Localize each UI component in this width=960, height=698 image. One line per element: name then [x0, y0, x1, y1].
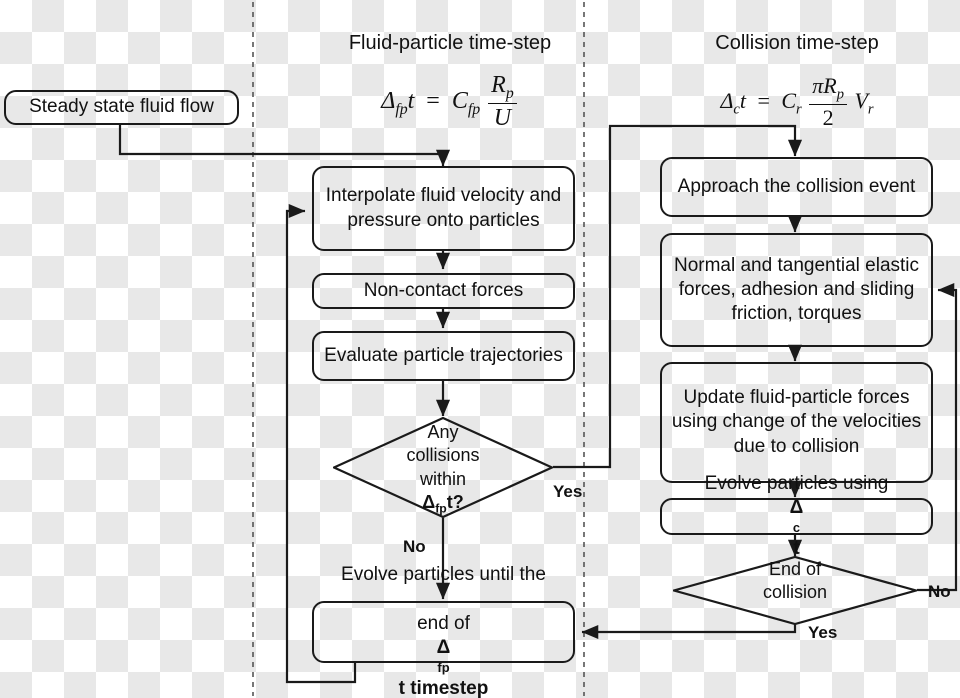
- node-evaluate-particle-trajectories[interactable]: Evaluate particle trajectories: [312, 331, 575, 381]
- node-update-label: Update fluid-particle forces using chang…: [671, 387, 922, 457]
- formula-collision-delta: Δct: [720, 87, 746, 118]
- node-interpolate-label: Interpolate fluid velocity and pressure …: [325, 185, 562, 231]
- formula-fluid-timestep: Δfpt = Cfp Rp U: [330, 72, 570, 134]
- node-evolve-fp-label: Evolve particles until the end of Δfp t t…: [325, 563, 562, 698]
- node-elastic-label: Normal and tangential elastic forces, ad…: [673, 254, 920, 325]
- column-header-collision: Collision time-step: [715, 32, 879, 54]
- node-evaluate-label: Evaluate particle trajectories: [324, 344, 563, 366]
- decision-any-collisions-no-label: No: [403, 537, 426, 556]
- decision-end-of-collision-text: End of collision: [725, 558, 865, 605]
- node-update-fluid-particle-forces[interactable]: Update fluid-particle forces using chang…: [660, 362, 933, 483]
- formula-fluid-equals: =: [426, 88, 440, 115]
- formula-collision-tail: Vr: [854, 87, 874, 118]
- decision-line-2: collisions: [406, 445, 480, 466]
- formula-fluid-fraction: Rp U: [488, 71, 517, 133]
- node-interpolate-fluid-velocity[interactable]: Interpolate fluid velocity and pressure …: [312, 166, 575, 251]
- decision-any-collisions-text: Any collisions within Δfpt?: [373, 421, 513, 518]
- wire-end-yes-to-evolve-fp: [581, 624, 797, 640]
- node-non-contact-forces[interactable]: Non-contact forces: [312, 273, 575, 309]
- column-header-fluid: Fluid-particle time-step: [348, 32, 552, 54]
- decision-end-line-2: collision: [762, 582, 828, 603]
- decision-end-of-collision-yes-label: Yes: [808, 623, 838, 642]
- decision-line-4: Δfpt?: [422, 492, 464, 516]
- formula-fluid-delta: Δfpt: [381, 88, 415, 119]
- decision-end-line-1: End of: [768, 559, 822, 579]
- flowchart-canvas: Fluid-particle time-step Δfpt = Cfp Rp U…: [0, 0, 960, 698]
- node-non-contact-label: Non-contact forces: [363, 279, 524, 301]
- decision-end-of-collision-no-label: No: [928, 582, 951, 601]
- decision-line-1: Any: [427, 422, 459, 442]
- node-elastic-forces-adhesion[interactable]: Normal and tangential elastic forces, ad…: [660, 233, 933, 347]
- formula-collision-denominator: 2: [822, 104, 834, 130]
- decision-any-collisions-yes-label: Yes: [553, 482, 583, 501]
- node-steady-state-label: Steady state fluid flow: [29, 96, 214, 118]
- formula-fluid-numerator: Rp: [488, 71, 517, 105]
- decision-line-3: within: [419, 468, 467, 489]
- formula-collision-equals: =: [757, 87, 770, 113]
- formula-collision-fraction: πRp 2: [809, 73, 847, 130]
- node-evolve-particles-collision-timestep[interactable]: Evolve particles using Δct: [660, 473, 933, 559]
- formula-collision-numerator: πRp: [809, 73, 847, 105]
- node-evolve-fp-line2: end of Δfp t timestep: [398, 612, 489, 698]
- node-evolve-fp-line1: Evolve particles until the: [341, 563, 546, 585]
- node-approach-collision-event[interactable]: Approach the collision event: [660, 157, 933, 217]
- formula-collision-timestep: Δct = Cr πRp 2 Vr: [672, 73, 922, 131]
- node-evolve-collision-label: Evolve particles using Δct: [704, 472, 889, 559]
- formula-fluid-denominator: U: [493, 105, 512, 132]
- formula-fluid-coef: Cfp: [451, 88, 481, 119]
- formula-collision-coef: Cr: [781, 87, 802, 118]
- node-approach-label: Approach the collision event: [677, 175, 916, 197]
- node-evolve-particles-fp-timestep[interactable]: Evolve particles until the end of Δfp t t…: [312, 564, 575, 698]
- node-steady-state-fluid-flow[interactable]: Steady state fluid flow: [4, 90, 239, 125]
